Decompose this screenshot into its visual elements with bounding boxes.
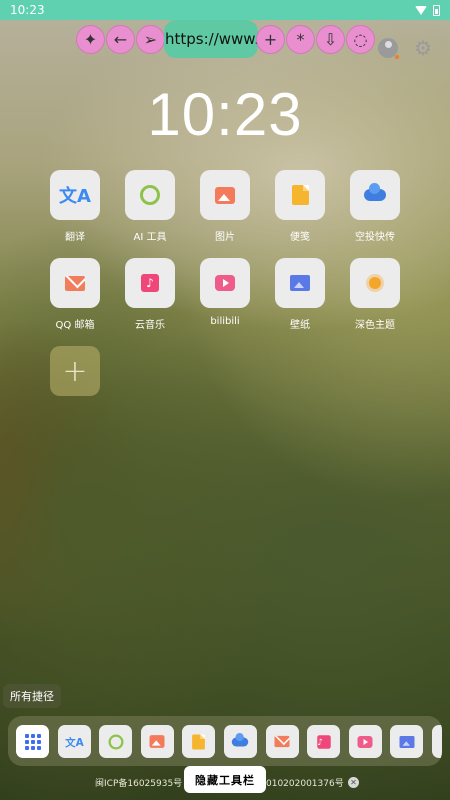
dock-translate[interactable]: 文A xyxy=(57,725,91,758)
grid-icon xyxy=(24,733,41,750)
app-label: 翻译 xyxy=(65,232,85,243)
ai-icon xyxy=(140,185,160,205)
app-tile[interactable] xyxy=(200,170,250,220)
music-icon: ♪ xyxy=(316,734,331,749)
app-tile[interactable] xyxy=(125,170,175,220)
wallpaper-icon xyxy=(290,275,310,291)
mail-icon xyxy=(274,735,290,748)
dock-more[interactable] xyxy=(431,725,442,758)
dock-wallpaper[interactable] xyxy=(390,725,424,758)
app-tile[interactable]: 文A xyxy=(50,170,100,220)
app-label: 便笺 xyxy=(290,232,310,243)
app-label: AI 工具 xyxy=(133,232,167,243)
compass-button[interactable]: ✦ xyxy=(76,24,105,54)
add-app-button[interactable]: + xyxy=(50,346,100,396)
photo-icon xyxy=(215,186,235,204)
all-shortcuts-label[interactable]: 所有捷径 xyxy=(3,684,61,708)
sun-icon xyxy=(369,277,381,289)
icp-license-left[interactable]: 闽ICP备16025935号 xyxy=(95,776,182,789)
back-button[interactable]: ← xyxy=(106,24,135,54)
browser-toolbar: ✦ ← ➢ https://www.li + * ⇩ ◌ xyxy=(76,20,376,58)
dock-notes[interactable] xyxy=(182,725,216,758)
app-label: 壁纸 xyxy=(290,320,310,331)
photo-icon xyxy=(149,735,165,748)
cloud-icon xyxy=(232,732,249,746)
app-tile[interactable] xyxy=(350,258,400,308)
app-label: QQ 邮箱 xyxy=(55,320,95,331)
app-tile[interactable] xyxy=(350,170,400,220)
avatar-icon[interactable] xyxy=(378,38,400,59)
asterisk-button[interactable]: * xyxy=(286,24,315,54)
app-cloud-music[interactable]: ♪ 云音乐 xyxy=(125,258,175,331)
send-button[interactable]: ➢ xyxy=(136,24,165,54)
ai-icon xyxy=(108,734,124,749)
note-icon xyxy=(291,185,309,205)
download-button[interactable]: ⇩ xyxy=(316,24,345,54)
dock-bilibili[interactable] xyxy=(348,725,382,758)
battery-icon xyxy=(433,4,440,16)
translate-icon: 文A xyxy=(59,186,91,207)
note-icon xyxy=(192,734,206,749)
wallpaper-icon xyxy=(399,735,415,748)
plus-button[interactable]: + xyxy=(256,24,285,54)
footer: 闽ICP备16025935号 010202001376号 隐藏工具栏 ✕ xyxy=(0,766,450,793)
hide-toolbar-button[interactable]: 隐藏工具栏 xyxy=(184,766,266,793)
app-tile[interactable] xyxy=(275,258,325,308)
dock-apps-grid[interactable] xyxy=(16,725,49,758)
url-field[interactable]: https://www.li xyxy=(164,20,258,58)
close-icon[interactable]: ✕ xyxy=(348,777,359,788)
status-icons xyxy=(415,4,440,16)
app-tile[interactable] xyxy=(275,170,325,220)
refresh-button[interactable]: ◌ xyxy=(346,24,375,54)
bilibili-icon xyxy=(357,735,373,748)
cloud-icon xyxy=(364,183,386,201)
dock: 文A ♪ xyxy=(8,716,442,766)
app-tile[interactable] xyxy=(200,258,250,308)
app-bilibili[interactable]: bilibili xyxy=(200,258,250,327)
app-tile[interactable] xyxy=(50,258,100,308)
app-notes[interactable]: 便笺 xyxy=(275,170,325,243)
translate-icon: 文A xyxy=(64,736,84,749)
app-label: 图片 xyxy=(215,232,235,243)
status-bar: 10:23 xyxy=(0,0,450,20)
app-photos[interactable]: 图片 xyxy=(200,170,250,243)
app-label: 空投快传 xyxy=(355,232,395,243)
dock-row: 文A ♪ xyxy=(16,725,442,758)
bilibili-icon xyxy=(215,275,235,291)
app-tile[interactable]: ♪ xyxy=(125,258,175,308)
app-qq-mail[interactable]: QQ 邮箱 xyxy=(50,258,100,331)
app-wallpaper[interactable]: 壁纸 xyxy=(275,258,325,331)
gear-icon[interactable]: ⚙ xyxy=(414,38,432,58)
app-dark-theme[interactable]: 深色主题 xyxy=(350,258,400,331)
dock-photos[interactable] xyxy=(140,725,174,758)
app-translate[interactable]: 文A 翻译 xyxy=(50,170,100,243)
wifi-icon xyxy=(415,5,427,15)
app-ai-tools[interactable]: AI 工具 xyxy=(125,170,175,243)
clock: 10:23 xyxy=(147,81,303,148)
dock-ai[interactable] xyxy=(99,725,133,758)
plus-icon[interactable]: + xyxy=(50,346,100,396)
app-airdrop[interactable]: 空投快传 xyxy=(350,170,400,243)
music-icon: ♪ xyxy=(141,274,159,292)
icp-license-right[interactable]: 010202001376号 xyxy=(266,776,344,789)
app-label: 云音乐 xyxy=(135,320,165,331)
app-label: 深色主题 xyxy=(355,320,395,331)
mail-icon xyxy=(65,275,85,291)
dock-music[interactable]: ♪ xyxy=(307,725,341,758)
status-time: 10:23 xyxy=(10,3,45,17)
top-right-actions: ⚙ xyxy=(378,38,432,59)
dock-airdrop[interactable] xyxy=(223,725,257,758)
dock-mail[interactable] xyxy=(265,725,299,758)
app-label: bilibili xyxy=(210,316,240,327)
